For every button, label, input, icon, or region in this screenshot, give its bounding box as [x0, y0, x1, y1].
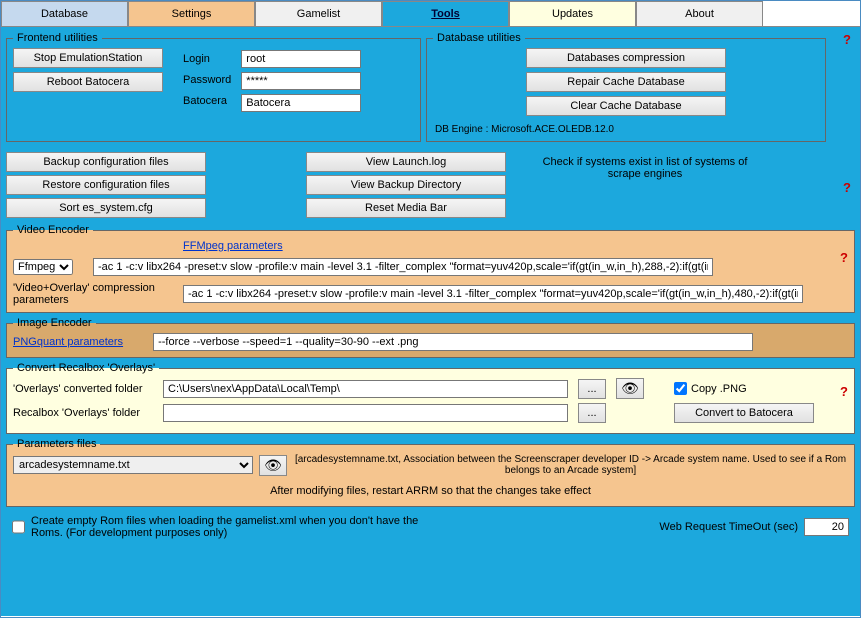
tab-updates[interactable]: Updates: [509, 1, 636, 26]
reboot-batocera-button[interactable]: Reboot Batocera: [13, 72, 163, 92]
password-input[interactable]: [241, 72, 361, 90]
reset-media-bar-button[interactable]: Reset Media Bar: [306, 198, 506, 218]
overlays-converted-folder-label: 'Overlays' converted folder: [13, 383, 153, 395]
recalbox-overlays-folder-label: Recalbox 'Overlays' folder: [13, 407, 153, 419]
pngquant-params-input[interactable]: [153, 333, 753, 351]
video-overlay-compression-label: 'Video+Overlay' compression parameters: [13, 282, 163, 306]
stop-emulationstation-button[interactable]: Stop EmulationStation: [13, 48, 163, 68]
video-encoder-group: Video Encoder FFMpeg parameters Ffmpeg '…: [6, 224, 855, 313]
web-request-timeout-label: Web Request TimeOut (sec): [659, 521, 798, 533]
clear-cache-button[interactable]: Clear Cache Database: [526, 96, 726, 116]
convert-to-batocera-button[interactable]: Convert to Batocera: [674, 403, 814, 423]
database-utilities-group: Database utilities Databases compression…: [426, 32, 826, 142]
view-launch-log-button[interactable]: View Launch.log: [306, 152, 506, 172]
browse-recalbox-folder-button[interactable]: ...: [578, 403, 606, 423]
tab-settings[interactable]: Settings: [128, 1, 255, 26]
web-request-timeout-input[interactable]: [804, 518, 849, 536]
copy-png-checkbox[interactable]: [674, 382, 687, 395]
view-parameters-file-button[interactable]: 👁: [259, 455, 287, 476]
help-icon[interactable]: ?: [840, 250, 848, 265]
help-icon[interactable]: ?: [843, 180, 851, 195]
backup-config-button[interactable]: Backup configuration files: [6, 152, 206, 172]
convert-overlays-group: Convert Recalbox 'Overlays' 'Overlays' c…: [6, 362, 855, 434]
restore-config-button[interactable]: Restore configuration files: [6, 175, 206, 195]
video-overlay-params-input[interactable]: [183, 285, 803, 303]
tab-gamelist[interactable]: Gamelist: [255, 1, 382, 26]
browse-converted-folder-button[interactable]: ...: [578, 379, 606, 399]
databases-compression-button[interactable]: Databases compression: [526, 48, 726, 68]
password-label: Password: [183, 74, 231, 86]
tab-tools[interactable]: Tools: [382, 1, 509, 26]
convert-overlays-legend: Convert Recalbox 'Overlays': [13, 362, 159, 374]
create-empty-roms-label: Create empty Rom files when loading the …: [31, 515, 451, 539]
image-encoder-group: Image Encoder PNGquant parameters: [6, 317, 855, 358]
parameters-restart-note: After modifying files, restart ARRM so t…: [13, 482, 848, 500]
db-engine-label: DB Engine : Microsoft.ACE.OLEDB.12.0: [433, 124, 614, 135]
database-legend: Database utilities: [433, 32, 525, 44]
batocera-label: Batocera: [183, 95, 231, 107]
check-systems-label: Check if systems exist in list of system…: [530, 152, 760, 180]
image-encoder-legend: Image Encoder: [13, 317, 96, 329]
sort-es-system-button[interactable]: Sort es_system.cfg: [6, 198, 206, 218]
ffmpeg-params-input[interactable]: [93, 258, 713, 276]
overlays-converted-folder-input[interactable]: [163, 380, 568, 398]
help-icon[interactable]: ?: [843, 32, 851, 47]
tab-about[interactable]: About: [636, 1, 763, 26]
parameters-file-select[interactable]: arcadesystemname.txt: [13, 456, 253, 474]
view-converted-folder-button[interactable]: 👁: [616, 378, 644, 399]
tab-database[interactable]: Database: [1, 1, 128, 26]
login-label: Login: [183, 53, 231, 65]
frontend-utilities-group: Frontend utilities Stop EmulationStation…: [6, 32, 421, 142]
parameters-files-legend: Parameters files: [13, 438, 100, 450]
copy-png-label: Copy .PNG: [691, 383, 747, 395]
create-empty-roms-checkbox[interactable]: [12, 515, 25, 539]
repair-cache-button[interactable]: Repair Cache Database: [526, 72, 726, 92]
batocera-input[interactable]: [241, 94, 361, 112]
login-input[interactable]: [241, 50, 361, 68]
video-encoder-select[interactable]: Ffmpeg: [13, 259, 73, 275]
frontend-legend: Frontend utilities: [13, 32, 102, 44]
parameters-file-description: [arcadesystemname.txt, Association betwe…: [293, 454, 848, 476]
view-backup-dir-button[interactable]: View Backup Directory: [306, 175, 506, 195]
pngquant-parameters-link[interactable]: PNGquant parameters: [13, 336, 123, 348]
parameters-files-group: Parameters files arcadesystemname.txt 👁 …: [6, 438, 855, 507]
video-encoder-legend: Video Encoder: [13, 224, 93, 236]
recalbox-overlays-folder-input[interactable]: [163, 404, 568, 422]
ffmpeg-parameters-link[interactable]: FFMpeg parameters: [183, 240, 283, 252]
help-icon[interactable]: ?: [840, 384, 848, 399]
